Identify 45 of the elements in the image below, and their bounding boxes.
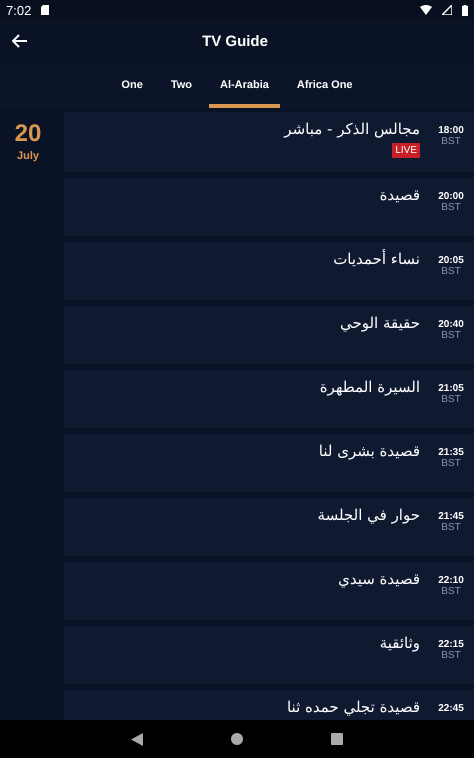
programme-title: حوار في الجلسة [318,506,420,525]
screen-title: TV Guide [201,32,269,50]
programme-title: حقيقة الوحي [340,314,420,333]
date-day: 20 [14,120,42,148]
back-arrow-icon[interactable] [12,34,28,48]
programme-title: قصيدة تجلي حمده ثنا [286,698,420,717]
time-zone: BST [441,458,461,469]
home-icon[interactable] [231,733,243,745]
channel-tab[interactable]: Two [160,62,204,108]
programme-time: 18:00 [438,125,464,136]
time-zone: BST [441,650,461,661]
time-zone: BST [441,266,461,277]
date-month: July [16,150,39,162]
programme-time: 20:40 [438,319,464,330]
programme-title: نساء أحمديات [333,250,420,269]
channel-tab[interactable]: One [110,62,154,108]
back-icon[interactable] [131,732,143,746]
time-zone: BST [441,202,461,213]
signal-icon [442,5,452,15]
time-zone: BST [441,394,461,405]
programme-time: 20:00 [438,191,464,202]
programme-time: 21:05 [438,383,464,394]
programme-time: 22:15 [438,639,464,650]
programme-title: قصيدة سيدي [338,570,420,589]
programme-title: السيرة المطهرة [320,378,420,397]
programme-time: 21:35 [438,447,464,458]
status-time: 7:02 [6,2,32,18]
channel-tab[interactable]: Africa One [286,62,364,108]
channel-tab[interactable]: Al-Arabia [209,62,280,108]
battery-icon [462,4,468,16]
programme-time: 20:05 [438,255,464,266]
programme-time: 21:45 [438,511,464,522]
time-zone: BST [441,586,461,597]
wifi-icon [420,5,432,15]
programme-title: وثائقية [380,634,420,653]
live-badge: LIVE [392,143,420,158]
time-zone: BST [441,136,461,147]
time-zone: BST [441,522,461,533]
programme-title: قصيدة بشرى لنا [318,442,420,461]
programme-title: قصيدة [380,186,420,205]
sd-card-icon [41,5,50,15]
programme-title: مجالس الذكر - مباشر [284,120,420,139]
time-zone: BST [441,330,461,341]
programme-time: 22:45 [438,703,464,714]
programme-time: 22:10 [438,575,464,586]
